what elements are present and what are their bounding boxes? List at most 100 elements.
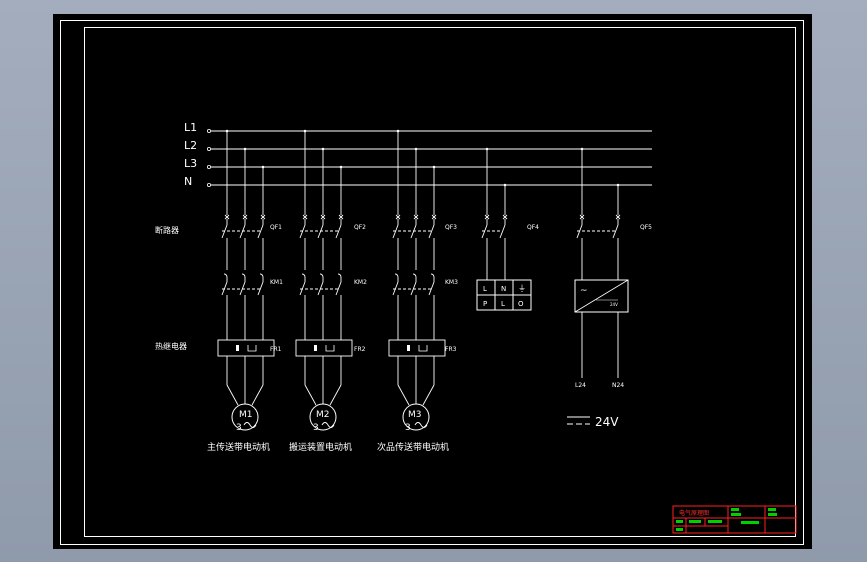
breaker-blade — [257, 224, 264, 239]
breaker-blade — [317, 224, 324, 239]
qf3-label: QF3 — [445, 224, 457, 231]
bus-junction — [243, 147, 247, 151]
motor-3-name: 次品传送带电动机 — [377, 441, 449, 453]
breaker-blade — [335, 224, 342, 239]
contactor-blade — [257, 281, 264, 296]
bus-junction — [485, 147, 489, 151]
contactor-blade — [239, 281, 246, 296]
motor-ac-wave — [321, 422, 335, 428]
dc-voltage-label: 24V — [595, 415, 619, 429]
bus-junction — [414, 147, 418, 151]
thermal-relay-symbol — [418, 345, 428, 352]
bus-label-l2: L2 — [184, 139, 197, 152]
motor-2-tag: M2 — [316, 410, 330, 420]
thermal-relay-box — [217, 339, 275, 357]
bus-terminal — [206, 182, 211, 187]
bus-junction — [503, 183, 507, 187]
contactor-blade — [317, 281, 324, 296]
km1-label: KM1 — [270, 279, 283, 286]
title-block: 电气原理图 — [672, 505, 797, 534]
drawing-sheet: L1 L2 L3 N 断路器 热继电器 QF1 QF2 QF3 QF4 QF5 … — [53, 14, 812, 549]
breaker-blade — [612, 224, 619, 239]
motor-3-tag: M3 — [408, 410, 422, 420]
contactor-mark — [223, 273, 228, 278]
outer-frame — [60, 20, 804, 545]
contactor-mark — [430, 273, 435, 278]
thermal-relay-symbol — [325, 345, 335, 352]
contactor-blade — [299, 281, 306, 296]
inner-frame — [84, 27, 796, 537]
contactor-mark — [241, 273, 246, 278]
qf4-bottom-1: L — [501, 300, 505, 308]
motor-1-tag: M1 — [239, 410, 253, 420]
qf4-bottom-0: P — [483, 300, 487, 308]
contactor-mark — [301, 273, 306, 278]
title-block-glyph — [676, 528, 683, 531]
fr3-label: FR3 — [445, 346, 457, 353]
title-block-glyph — [708, 520, 722, 523]
contactor-blade — [335, 281, 342, 296]
motor-lead — [422, 384, 435, 406]
contactor-blade — [392, 281, 399, 296]
breaker-blade — [239, 224, 246, 239]
psu-ac-symbol: ~ — [580, 286, 588, 296]
bus-label-n: N — [184, 175, 192, 188]
title-block-glyph — [689, 520, 701, 523]
schematic-diagram: L1 L2 L3 N 断路器 热继电器 QF1 QF2 QF3 QF4 QF5 … — [60, 20, 804, 545]
qf4-top-1: N — [501, 285, 506, 293]
bus-junction — [580, 147, 584, 151]
km3-label: KM3 — [445, 279, 458, 286]
power-supply-diagonal — [574, 279, 629, 313]
bus-junction — [339, 165, 343, 169]
bus-junction — [321, 147, 325, 151]
breaker-row-label: 断路器 — [155, 225, 179, 235]
bus-junction — [616, 183, 620, 187]
bus-terminal — [206, 164, 211, 169]
breaker-blade — [576, 224, 583, 239]
qf2-label: QF2 — [354, 224, 366, 231]
bus-junction — [303, 129, 307, 133]
breaker-blade — [299, 224, 306, 239]
title-block-glyph — [768, 508, 776, 511]
bus-junction — [261, 165, 265, 169]
output-l24-label: L24 — [575, 382, 586, 389]
contactor-mark — [412, 273, 417, 278]
bus-label-l3: L3 — [184, 157, 197, 170]
motor-ac-wave — [243, 422, 257, 428]
bus-label-l1: L1 — [184, 121, 197, 134]
fr2-label: FR2 — [354, 346, 366, 353]
thermal-relay-symbol — [314, 345, 317, 351]
output-n24-label: N24 — [612, 382, 624, 389]
motor-lead — [226, 384, 239, 406]
contactor-mark — [394, 273, 399, 278]
contactor-blade — [428, 281, 435, 296]
motor-2-name: 搬运装置电动机 — [289, 441, 352, 453]
thermal-relay-symbol — [407, 345, 410, 351]
fr1-label: FR1 — [270, 346, 282, 353]
qf4-bottom-2: O — [518, 300, 524, 308]
qf4-label: QF4 — [527, 224, 539, 231]
motor-lead — [304, 384, 317, 406]
motor-lead — [251, 384, 264, 406]
thermal-relay-symbol — [247, 345, 257, 352]
contactor-blade — [221, 281, 228, 296]
motor-lead — [397, 384, 410, 406]
breaker-blade — [221, 224, 228, 239]
motor-1-name: 主传送带电动机 — [207, 441, 270, 453]
title-block-title: 电气原理图 — [679, 509, 709, 517]
breaker-blade — [428, 224, 435, 239]
title-block-glyph — [741, 521, 759, 524]
breaker-blade — [499, 224, 506, 239]
km2-label: KM2 — [354, 279, 367, 286]
title-block-glyph — [731, 513, 741, 516]
motor-lead — [329, 384, 342, 406]
motor-ac-wave — [414, 422, 428, 428]
breaker-blade — [392, 224, 399, 239]
bus-junction — [396, 129, 400, 133]
thermal-relay-box — [388, 339, 446, 357]
contactor-mark — [319, 273, 324, 278]
thermal-relay-box — [295, 339, 353, 357]
title-block-glyph — [768, 513, 777, 516]
thermal-relay-symbol — [236, 345, 239, 351]
qf1-label: QF1 — [270, 224, 282, 231]
